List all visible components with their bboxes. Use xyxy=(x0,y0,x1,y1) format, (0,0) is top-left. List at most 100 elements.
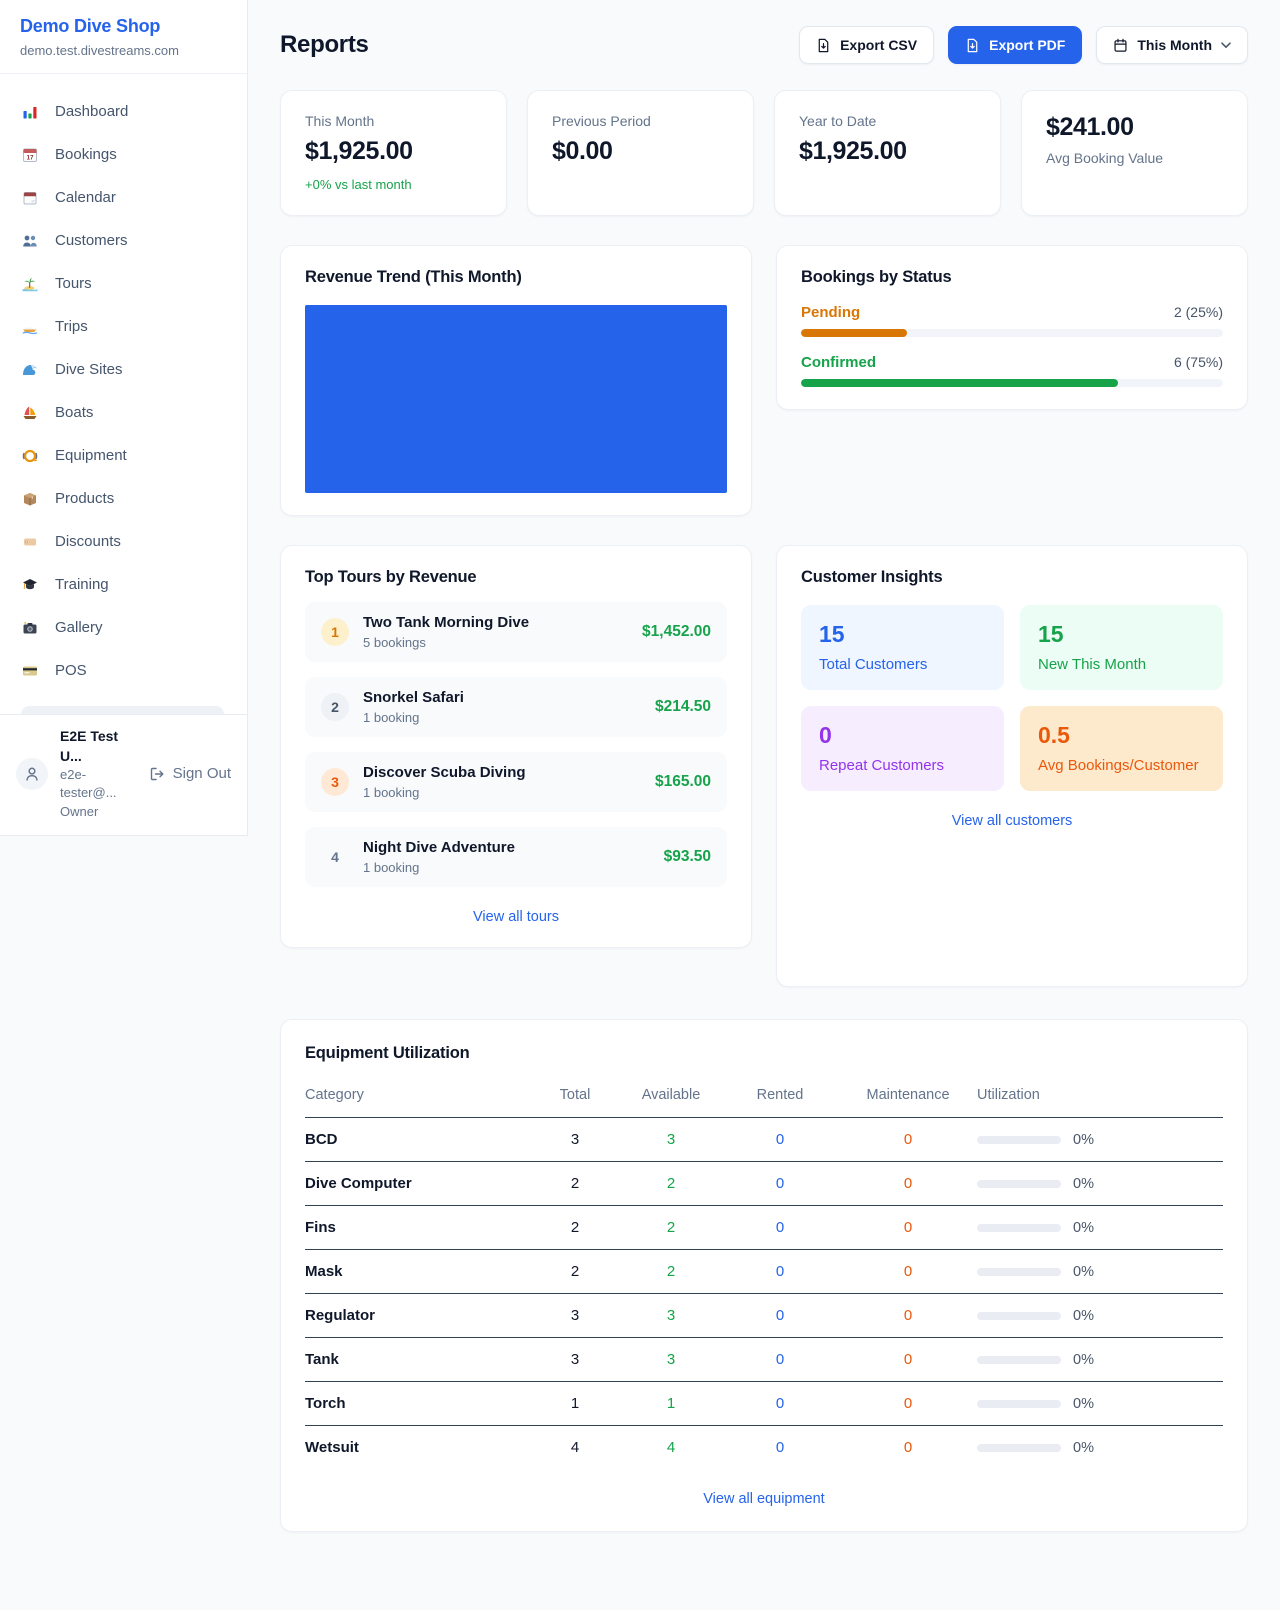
chevron-down-icon xyxy=(1221,42,1231,49)
stat-label: Previous Period xyxy=(552,113,729,129)
cell-total: 4 xyxy=(529,1426,621,1470)
brand: Demo Dive Shop demo.test.divestreams.com xyxy=(0,0,247,74)
tour-revenue: $214.50 xyxy=(655,698,711,716)
graduation-cap-icon xyxy=(21,576,39,593)
sidebar-item-boats[interactable]: Boats xyxy=(12,391,235,434)
insight-tiles: 15 Total Customers 15 New This Month 0 R… xyxy=(801,605,1223,791)
stat-label: Avg Booking Value xyxy=(1046,150,1223,166)
sidebar-item-pos[interactable]: POS xyxy=(12,649,235,692)
revenue-chart-bar xyxy=(305,305,727,493)
status-count: 6 (75%) xyxy=(1174,354,1223,370)
sidebar-item-label: Gallery xyxy=(55,619,103,636)
sidebar-item-dive-sites[interactable]: Dive Sites xyxy=(12,348,235,391)
export-pdf-button[interactable]: Export PDF xyxy=(948,26,1082,64)
revenue-trend-card: Revenue Trend (This Month) xyxy=(280,245,752,516)
period-label: This Month xyxy=(1137,37,1212,53)
sidebar-item-tours[interactable]: Tours xyxy=(12,262,235,305)
sidebar-item-equipment[interactable]: Equipment xyxy=(12,434,235,477)
table-row: Tank33000% xyxy=(305,1338,1223,1382)
cell-rented: 0 xyxy=(721,1382,839,1426)
cell-available: 3 xyxy=(621,1338,721,1382)
tile-total-customers: 15 Total Customers xyxy=(801,605,1004,690)
sidebar-item-label: Calendar xyxy=(55,189,116,206)
view-all-customers-link[interactable]: View all customers xyxy=(801,813,1223,829)
cell-category: BCD xyxy=(305,1118,529,1162)
page-title: Reports xyxy=(280,31,369,59)
wave-icon xyxy=(21,361,39,378)
header-actions: Export CSV Export PDF This Month xyxy=(799,26,1248,64)
cell-maintenance: 0 xyxy=(839,1338,977,1382)
brand-name: Demo Dive Shop xyxy=(20,16,227,37)
sidebar-item-trips[interactable]: Trips xyxy=(12,305,235,348)
tour-row: 3 Discover Scuba Diving 1 booking $165.0… xyxy=(305,752,727,812)
sidebar-item-dashboard[interactable]: Dashboard xyxy=(12,90,235,133)
sidebar-item-label: Dashboard xyxy=(55,103,128,120)
tour-revenue: $1,452.00 xyxy=(642,623,711,641)
table-row: Fins22000% xyxy=(305,1206,1223,1250)
progress-fill xyxy=(801,329,907,337)
cell-available: 3 xyxy=(621,1118,721,1162)
cell-maintenance: 0 xyxy=(839,1294,977,1338)
utilization-bar xyxy=(977,1268,1061,1276)
sidebar-item-active-clipped[interactable] xyxy=(21,706,224,714)
cell-total: 3 xyxy=(529,1338,621,1382)
tour-revenue: $93.50 xyxy=(664,848,711,866)
sidebar-item-gallery[interactable]: Gallery xyxy=(12,606,235,649)
sidebar-item-calendar[interactable]: Calendar xyxy=(12,176,235,219)
sign-out-button[interactable]: Sign Out xyxy=(149,765,231,782)
utilization-percent: 0% xyxy=(1073,1308,1094,1324)
bookings-by-status-card: Bookings by Status Pending 2 (25%) Confi… xyxy=(776,245,1248,410)
sidebar-item-products[interactable]: Products xyxy=(12,477,235,520)
sidebar-item-label: Boats xyxy=(55,404,93,421)
page-header: Reports Export CSV Export PDF This Month xyxy=(280,26,1248,64)
svg-text:17: 17 xyxy=(26,154,34,161)
tile-new-this-month: 15 New This Month xyxy=(1020,605,1223,690)
sidebar-item-discounts[interactable]: Discounts xyxy=(12,520,235,563)
sidebar-item-label: Discounts xyxy=(55,533,121,550)
cell-utilization: 0% xyxy=(977,1382,1223,1426)
tour-bookings: 1 booking xyxy=(363,785,526,800)
table-row: Regulator33000% xyxy=(305,1294,1223,1338)
tile-label: Repeat Customers xyxy=(819,757,986,774)
period-dropdown[interactable]: This Month xyxy=(1096,26,1248,64)
cell-maintenance: 0 xyxy=(839,1118,977,1162)
utilization-bar xyxy=(977,1312,1061,1320)
column-header-category: Category xyxy=(305,1077,529,1118)
tour-name: Night Dive Adventure xyxy=(363,839,515,856)
view-all-equipment-link[interactable]: View all equipment xyxy=(305,1491,1223,1507)
cell-total: 3 xyxy=(529,1294,621,1338)
cell-category: Regulator xyxy=(305,1294,529,1338)
person-icon xyxy=(23,765,41,783)
cell-rented: 0 xyxy=(721,1338,839,1382)
credit-card-icon xyxy=(21,662,39,679)
sidebar-item-label: POS xyxy=(55,662,87,679)
rank-badge: 4 xyxy=(321,843,349,871)
status-label: Confirmed xyxy=(801,354,876,371)
sidebar-item-customers[interactable]: Customers xyxy=(12,219,235,262)
cell-category: Wetsuit xyxy=(305,1426,529,1470)
cell-rented: 0 xyxy=(721,1118,839,1162)
tour-name: Discover Scuba Diving xyxy=(363,764,526,781)
sidebar-item-label: Training xyxy=(55,576,109,593)
tour-bookings: 1 booking xyxy=(363,710,464,725)
tile-value: 0 xyxy=(819,722,986,749)
progress-track xyxy=(801,329,1223,337)
tour-row: 2 Snorkel Safari 1 booking $214.50 xyxy=(305,677,727,737)
sidebar-item-training[interactable]: Training xyxy=(12,563,235,606)
cell-available: 2 xyxy=(621,1162,721,1206)
cell-total: 2 xyxy=(529,1206,621,1250)
stat-value: $1,925.00 xyxy=(305,137,482,166)
sidebar-item-bookings[interactable]: 17 Bookings xyxy=(12,133,235,176)
user-name: E2E Test U... xyxy=(60,727,137,766)
calendar-icon xyxy=(1113,38,1128,53)
utilization-bar xyxy=(977,1224,1061,1232)
export-csv-button[interactable]: Export CSV xyxy=(799,26,934,64)
table-row: Mask22000% xyxy=(305,1250,1223,1294)
cell-utilization: 0% xyxy=(977,1426,1223,1470)
utilization-percent: 0% xyxy=(1073,1352,1094,1368)
view-all-tours-link[interactable]: View all tours xyxy=(305,909,727,925)
export-csv-label: Export CSV xyxy=(840,37,917,53)
rank-badge: 1 xyxy=(321,618,349,646)
main-content: Reports Export CSV Export PDF This Month… xyxy=(248,0,1280,1532)
stats-row: This Month $1,925.00 +0% vs last month P… xyxy=(280,90,1248,216)
